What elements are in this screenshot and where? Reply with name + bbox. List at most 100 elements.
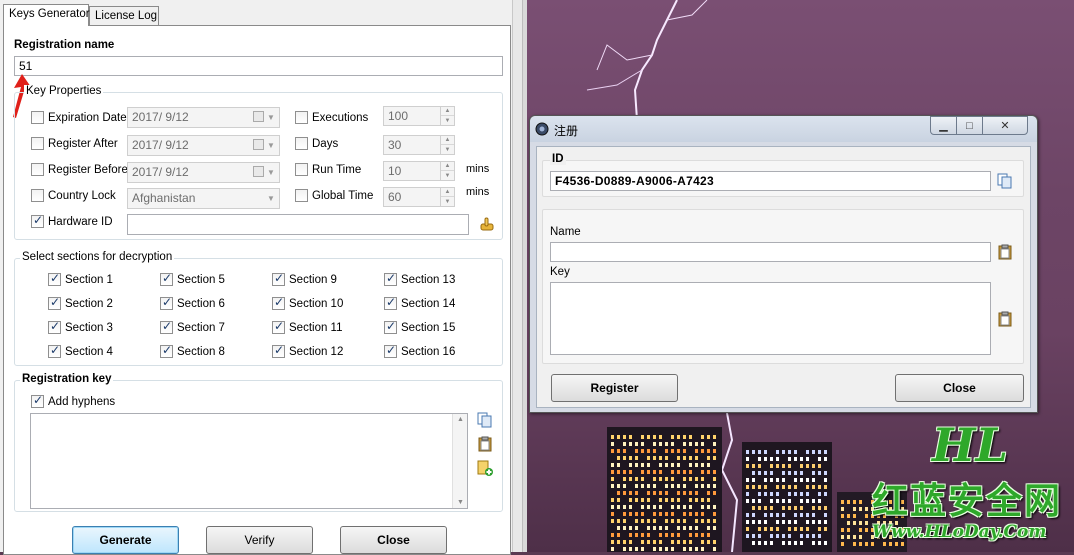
checkbox-box[interactable] — [272, 319, 285, 334]
checkbox-box[interactable] — [272, 271, 285, 286]
checkbox-box[interactable] — [160, 343, 173, 358]
checkbox-box[interactable] — [295, 111, 308, 124]
section-checkbox[interactable]: Section 5 — [160, 271, 225, 286]
global-time-spinner[interactable]: 60 ▲ ▼ — [383, 187, 455, 207]
checkbox-box[interactable] — [160, 319, 173, 334]
name-label: Name — [550, 226, 581, 238]
section-checkbox[interactable]: Section 16 — [384, 343, 455, 358]
scroll-up-icon[interactable]: ▲ — [453, 416, 468, 423]
scroll-down-icon[interactable]: ▼ — [453, 499, 468, 506]
country-lock-select[interactable]: Afghanistan ▼ — [127, 188, 280, 209]
section-checkbox[interactable]: Section 7 — [160, 319, 225, 334]
section-checkbox[interactable]: Section 3 — [48, 319, 113, 334]
section-checkbox[interactable]: Section 1 — [48, 271, 113, 286]
register-before-checkbox[interactable]: Register Before — [31, 163, 128, 176]
section-label: Section 11 — [289, 321, 343, 334]
maximize-icon: □ — [966, 119, 973, 132]
registration-key-textarea[interactable]: ▲ ▼ — [30, 413, 468, 509]
checkbox-box[interactable] — [295, 163, 308, 176]
maximize-button[interactable]: □ — [956, 116, 983, 135]
checkbox-box[interactable] — [31, 111, 44, 124]
checkbox-box[interactable] — [31, 213, 44, 228]
chevron-down-icon: ▼ — [267, 194, 275, 203]
section-checkbox[interactable]: Section 2 — [48, 295, 113, 310]
global-time-checkbox[interactable]: Global Time — [295, 189, 373, 202]
verify-button[interactable]: Verify — [206, 526, 313, 554]
hardware-id-input[interactable] — [127, 214, 469, 235]
chevron-down-icon: ▼ — [267, 168, 275, 177]
section-checkbox[interactable]: Section 8 — [160, 343, 225, 358]
dialog-close-button[interactable]: Close — [895, 374, 1024, 402]
close-icon: ✕ — [1000, 120, 1010, 132]
add-hyphens-checkbox[interactable]: Add hyphens — [31, 393, 115, 408]
checkbox-box[interactable] — [48, 319, 61, 334]
run-time-checkbox[interactable]: Run Time — [295, 163, 361, 176]
section-checkbox[interactable]: Section 12 — [272, 343, 343, 358]
expiration-date-checkbox[interactable]: Expiration Date — [31, 111, 127, 124]
checkbox-box[interactable] — [295, 189, 308, 202]
section-checkbox[interactable]: Section 15 — [384, 319, 455, 334]
checkbox-box[interactable] — [384, 343, 397, 358]
days-checkbox[interactable]: Days — [295, 137, 338, 150]
checkbox-box[interactable] — [272, 295, 285, 310]
section-checkbox[interactable]: Section 4 — [48, 343, 113, 358]
register-before-picker[interactable]: 2017/ 9/12 ▼ — [127, 162, 280, 183]
executions-checkbox[interactable]: Executions — [295, 111, 368, 124]
checkbox-box[interactable] — [384, 295, 397, 310]
checkbox-box[interactable] — [48, 343, 61, 358]
checkbox-box[interactable] — [160, 295, 173, 310]
checkbox-box[interactable] — [384, 319, 397, 334]
registration-name-label: Registration name — [14, 39, 115, 51]
registration-name-input[interactable]: 51 — [14, 56, 503, 76]
days-spinner[interactable]: 30 ▲ ▼ — [383, 135, 455, 155]
id-label: ID — [550, 153, 566, 165]
run-time-spinner[interactable]: 10 ▲ ▼ — [383, 161, 455, 181]
section-checkbox[interactable]: Section 6 — [160, 295, 225, 310]
generate-button[interactable]: Generate — [72, 526, 179, 554]
checkbox-box[interactable] — [31, 393, 44, 408]
add-file-icon[interactable] — [477, 460, 493, 476]
executions-spinner[interactable]: 100 ▲ ▼ — [383, 106, 455, 126]
close-button[interactable]: Close — [340, 526, 447, 554]
close-window-button[interactable]: ✕ — [982, 116, 1028, 135]
window-scrollbar[interactable] — [512, 0, 522, 552]
key-label: Key — [550, 266, 570, 278]
dialog-titlebar[interactable]: 注册 ▁ □ ✕ — [530, 116, 1037, 142]
checkbox-box[interactable] — [31, 163, 44, 176]
section-checkbox[interactable]: Section 11 — [272, 319, 343, 334]
minimize-button[interactable]: ▁ — [930, 116, 957, 135]
chevron-down-icon: ▼ — [267, 113, 275, 122]
hardware-id-checkbox[interactable]: Hardware ID — [31, 213, 113, 228]
register-after-picker[interactable]: 2017/ 9/12 ▼ — [127, 135, 280, 156]
section-checkbox[interactable]: Section 13 — [384, 271, 455, 286]
section-checkbox[interactable]: Section 14 — [384, 295, 455, 310]
expiration-date-picker[interactable]: 2017/ 9/12 ▼ — [127, 107, 280, 128]
paste-icon[interactable] — [997, 244, 1013, 260]
name-input[interactable] — [550, 242, 991, 262]
tab-keys-generator[interactable]: Keys Generator — [3, 4, 90, 26]
register-after-checkbox[interactable]: Register After — [31, 137, 118, 150]
copy-icon[interactable] — [997, 173, 1013, 189]
id-field[interactable]: F4536-D0889-A9006-A7423 — [550, 171, 991, 191]
paste-icon[interactable] — [997, 311, 1013, 327]
checkbox-box[interactable] — [48, 295, 61, 310]
section-checkbox[interactable]: Section 10 — [272, 295, 343, 310]
paste-icon[interactable] — [477, 436, 493, 452]
checkbox-box[interactable] — [384, 271, 397, 286]
checkbox-box[interactable] — [160, 271, 173, 286]
tab-license-log[interactable]: License Log — [89, 6, 159, 26]
checkbox-box[interactable] — [272, 343, 285, 358]
section-label: Section 7 — [177, 321, 225, 334]
checkbox-box[interactable] — [295, 137, 308, 150]
checkbox-box[interactable] — [48, 271, 61, 286]
section-checkbox[interactable]: Section 9 — [272, 271, 337, 286]
checkbox-box[interactable] — [31, 189, 44, 202]
country-lock-checkbox[interactable]: Country Lock — [31, 189, 116, 202]
copy-icon[interactable] — [477, 412, 493, 428]
register-button[interactable]: Register — [551, 374, 678, 402]
registration-key-scrollbar[interactable]: ▲ ▼ — [452, 414, 467, 508]
checkbox-box[interactable] — [31, 137, 44, 150]
hand-pointer-icon[interactable] — [479, 216, 495, 232]
section-label: Section 3 — [65, 321, 113, 334]
key-textarea[interactable] — [550, 282, 991, 355]
